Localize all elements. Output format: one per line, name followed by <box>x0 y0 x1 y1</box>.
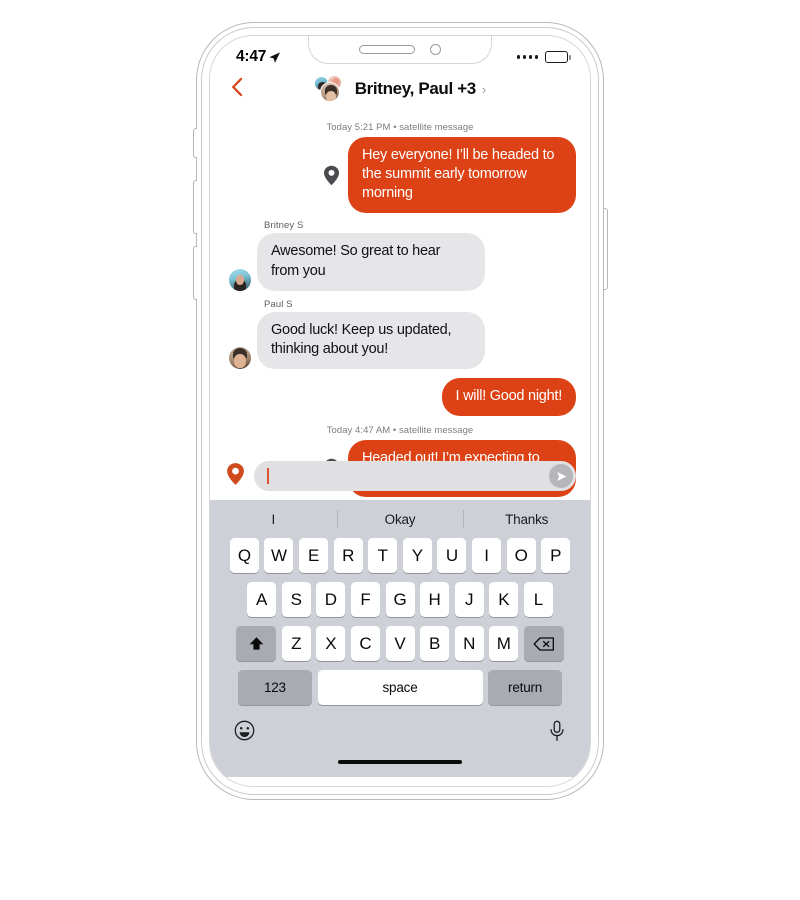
key-m[interactable]: M <box>489 626 519 661</box>
avatar-britney <box>229 268 251 291</box>
key-s[interactable]: S <box>281 582 311 617</box>
avatar-paul <box>319 82 340 102</box>
message-group-paul: Paul S Good luck! Keep us updated, think… <box>224 298 576 369</box>
emoji-smiley-icon[interactable] <box>234 720 255 746</box>
space-key[interactable]: space <box>317 670 483 705</box>
status-time-group: 4:47 <box>236 48 281 66</box>
phone-screen: 4:47 Britney, Paul +3 › Today 5:21 PM • … <box>209 35 591 787</box>
key-g[interactable]: G <box>385 582 415 617</box>
message-group-britney: Britney S Awesome! So great to hear from… <box>224 219 576 291</box>
page-title: Britney, Paul +3 <box>354 79 477 98</box>
message-bubble: I will! Good night! <box>441 377 576 416</box>
key-y[interactable]: Y <box>402 538 432 573</box>
battery-full-icon <box>545 51 571 63</box>
status-indicators <box>516 51 571 63</box>
suggestion-2[interactable]: Okay <box>337 512 464 527</box>
key-l[interactable]: L <box>523 582 553 617</box>
microphone-icon[interactable] <box>548 720 566 747</box>
chat-header: Britney, Paul +3 › <box>210 72 590 112</box>
mute-switch-button[interactable] <box>192 128 197 158</box>
suggestion-1[interactable]: I <box>210 512 337 527</box>
phone-device-frame: 4:47 Britney, Paul +3 › Today 5:21 PM • … <box>192 22 608 800</box>
on-screen-keyboard[interactable]: I Okay Thanks Q W E R T Y U I O P A S D … <box>210 500 590 777</box>
avatar-stack <box>313 75 348 102</box>
volume-down-button[interactable] <box>192 246 197 300</box>
earpiece-speaker-icon <box>359 44 415 54</box>
conversation-title-button[interactable]: Britney, Paul +3 › <box>313 75 487 102</box>
back-chevron-icon[interactable] <box>226 74 248 100</box>
message-bubble: Awesome! So great to hear from you <box>257 233 485 291</box>
device-notch <box>308 36 492 64</box>
location-pin-icon[interactable] <box>226 462 245 491</box>
message-row-sent-satellite: Hey everyone! I’ll be headed to the summ… <box>224 137 576 214</box>
status-time-label: 4:47 <box>236 48 267 65</box>
key-t[interactable]: T <box>368 538 398 573</box>
key-d[interactable]: D <box>316 582 346 617</box>
keyboard-row-2: A S D F G H J K L <box>210 582 590 617</box>
message-bubble: Good luck! Keep us updated, thinking abo… <box>257 311 485 369</box>
key-i[interactable]: I <box>471 538 501 573</box>
numbers-key[interactable]: 123 <box>237 670 312 705</box>
message-list[interactable]: Today 5:21 PM • satellite message Hey ev… <box>210 112 590 498</box>
avatar-paul <box>229 346 251 369</box>
key-r[interactable]: R <box>333 538 363 573</box>
keyboard-bottom-row <box>210 714 590 750</box>
front-camera-icon <box>430 43 441 55</box>
return-key[interactable]: return <box>488 670 563 705</box>
text-cursor <box>267 468 269 484</box>
key-n[interactable]: N <box>454 626 484 661</box>
message-timestamp: Today 5:21 PM • satellite message <box>326 122 474 133</box>
location-pin-icon <box>314 165 348 186</box>
key-j[interactable]: J <box>454 582 484 617</box>
key-o[interactable]: O <box>506 538 536 573</box>
location-arrow-icon <box>269 51 281 63</box>
key-h[interactable]: H <box>420 582 450 617</box>
send-arrow-icon[interactable] <box>549 464 573 488</box>
key-e[interactable]: E <box>299 538 329 573</box>
key-k[interactable]: K <box>489 582 519 617</box>
shift-arrow-icon[interactable] <box>236 626 277 661</box>
volume-up-button[interactable] <box>192 180 197 234</box>
predictive-suggestion-bar: I Okay Thanks <box>210 500 590 538</box>
backspace-icon[interactable] <box>523 626 564 661</box>
keyboard-row-1: Q W E R T Y U I O P <box>210 538 590 573</box>
key-q[interactable]: Q <box>229 538 259 573</box>
suggestion-3[interactable]: Thanks <box>463 512 590 527</box>
power-button[interactable] <box>603 208 608 290</box>
message-row-received: Good luck! Keep us updated, thinking abo… <box>224 311 576 369</box>
message-sender-name: Britney S <box>264 220 304 232</box>
key-a[interactable]: A <box>247 582 277 617</box>
home-indicator[interactable] <box>338 760 462 765</box>
key-x[interactable]: X <box>316 626 346 661</box>
chevron-right-icon: › <box>481 81 487 97</box>
message-bubble: Hey everyone! I’ll be headed to the summ… <box>348 137 576 214</box>
key-f[interactable]: F <box>350 582 380 617</box>
key-c[interactable]: C <box>350 626 380 661</box>
message-row-sent: I will! Good night! <box>224 377 576 416</box>
key-u[interactable]: U <box>437 538 467 573</box>
keyboard-row-3: Z X C V B N M <box>210 626 590 661</box>
message-sender-name: Paul S <box>264 298 293 310</box>
signal-dots-icon <box>516 55 538 59</box>
key-v[interactable]: V <box>385 626 415 661</box>
message-timestamp: Today 4:47 AM • satellite message <box>326 425 474 436</box>
keyboard-row-4: 123 space return <box>210 670 590 705</box>
key-p[interactable]: P <box>541 538 571 573</box>
message-row-received: Awesome! So great to hear from you <box>224 233 576 291</box>
key-z[interactable]: Z <box>281 626 311 661</box>
key-b[interactable]: B <box>420 626 450 661</box>
message-input[interactable] <box>254 461 576 491</box>
key-w[interactable]: W <box>264 538 294 573</box>
